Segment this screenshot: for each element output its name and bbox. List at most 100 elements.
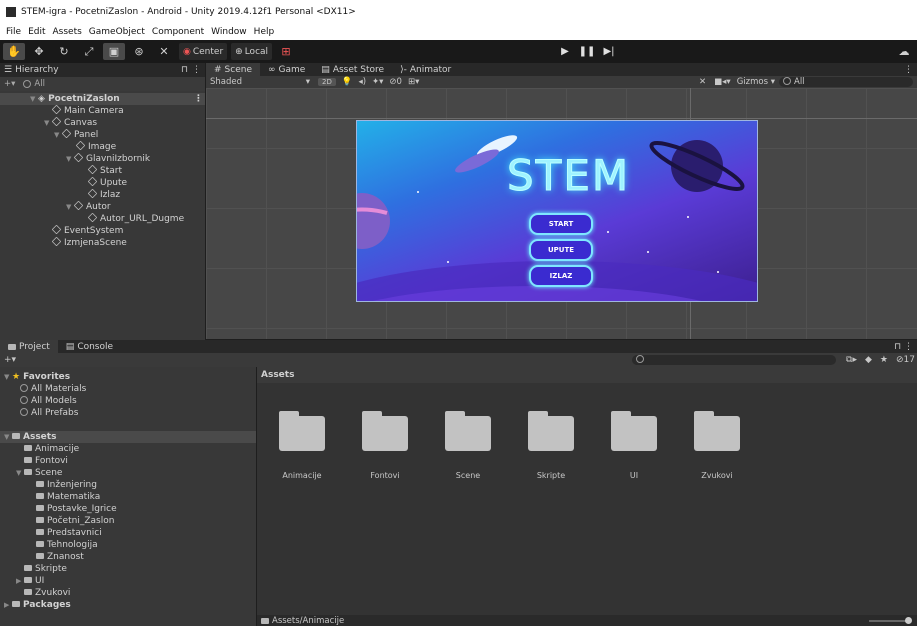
tab-project[interactable]: Project xyxy=(0,340,58,353)
asset-folder-ui[interactable] xyxy=(611,411,657,451)
audio-icon[interactable]: ◂) xyxy=(358,77,366,87)
scale-tool-button[interactable]: ⤢ xyxy=(78,43,100,60)
tree-item-skripte[interactable]: Skripte xyxy=(0,563,256,575)
grid-toggle-icon[interactable]: ⊞▾ xyxy=(408,77,419,87)
hierarchy-item-start[interactable]: Start xyxy=(0,164,205,177)
create-asset-button[interactable]: +▾ xyxy=(4,355,16,365)
hierarchy-item-pocetnizaslon[interactable]: ▼ ◈ PocetniZaslon ⋮ xyxy=(0,93,205,105)
tree-item-zvukovi[interactable]: Zvukovi xyxy=(0,587,256,599)
tab-animator[interactable]: ⟩- Animator xyxy=(392,65,459,75)
menu-edit[interactable]: Edit xyxy=(28,27,45,37)
toggle-2d-button[interactable]: 2D xyxy=(318,78,336,86)
favorite-star-icon[interactable]: ★ xyxy=(880,355,888,365)
tree-item-znanost[interactable]: Znanost xyxy=(0,551,256,563)
tree-item-matematika[interactable]: Matematika xyxy=(0,491,256,503)
hierarchy-item-panel[interactable]: ▼ Panel xyxy=(0,128,205,141)
gizmos-dropdown[interactable]: Gizmos ▾ xyxy=(737,77,775,87)
tab-game[interactable]: ∞ Game xyxy=(260,65,313,75)
add-icon[interactable]: +▾ xyxy=(4,79,15,89)
favorite-all-prefabs[interactable]: All Prefabs xyxy=(0,407,256,419)
shading-mode-dropdown[interactable]: Shaded ▾ xyxy=(206,77,310,87)
tab-console[interactable]: ▤ Console xyxy=(58,342,121,352)
pivot-toggle[interactable]: ◉ Center xyxy=(179,43,228,60)
scene-search-input[interactable]: All xyxy=(779,77,913,87)
scene-view[interactable]: STEM START UPUTE IZLAZ xyxy=(206,88,917,339)
collab-button[interactable]: ☁ xyxy=(893,43,915,60)
menu-gameobject[interactable]: GameObject xyxy=(89,27,145,37)
hand-icon: ✋ xyxy=(7,45,21,58)
filter-by-type-icon[interactable]: ⧉▸ xyxy=(846,355,857,365)
breadcrumb-assets[interactable]: Assets xyxy=(261,370,294,380)
effects-icon[interactable]: ✦▾ xyxy=(372,77,383,87)
hierarchy-item-upute[interactable]: Upute xyxy=(0,176,205,189)
tree-item-predstavnici[interactable]: Predstavnici xyxy=(0,527,256,539)
hierarchy-item-izlaz[interactable]: Izlaz xyxy=(0,188,205,201)
space-toggle[interactable]: ⊕ Local xyxy=(231,43,273,60)
game-izlaz-button[interactable]: IZLAZ xyxy=(529,265,593,287)
hierarchy-tab[interactable]: ☰ Hierarchy ⊓ ⋮ xyxy=(0,63,205,77)
tree-item-tehnologija[interactable]: Tehnologija xyxy=(0,539,256,551)
rect-tool-button[interactable]: ▣ xyxy=(103,43,125,60)
pause-button[interactable]: ❚❚ xyxy=(576,43,598,60)
menu-file[interactable]: File xyxy=(6,27,21,37)
filter-by-label-icon[interactable]: ◆ xyxy=(865,355,872,365)
hand-tool-button[interactable]: ✋ xyxy=(3,43,25,60)
tree-item-label: Postavke_Igrice xyxy=(47,504,117,514)
tree-item-assets[interactable]: ▼ Assets xyxy=(0,431,256,443)
tree-item-scene[interactable]: ▼ Scene xyxy=(0,467,256,479)
menu-window[interactable]: Window xyxy=(211,27,247,37)
hidden-packages-icon[interactable]: ⊘17 xyxy=(896,355,915,365)
tab-scene[interactable]: # Scene xyxy=(206,63,260,76)
favorite-all-materials[interactable]: All Materials xyxy=(0,383,256,395)
hierarchy-item-izmjenascene[interactable]: IzmjenaScene xyxy=(0,236,205,249)
asset-folder-animacije[interactable] xyxy=(279,411,325,451)
tree-item-fontovi[interactable]: Fontovi xyxy=(0,455,256,467)
favorites-header[interactable]: ▼ ★ Favorites xyxy=(0,371,256,383)
custom-tool-button[interactable]: ✕ xyxy=(153,43,175,60)
camera-icon[interactable]: ■◂▾ xyxy=(714,77,731,87)
rotate-tool-button[interactable]: ↻ xyxy=(53,43,75,60)
asset-folder-fontovi[interactable] xyxy=(362,411,408,451)
tree-item-postavke-igrice[interactable]: Postavke_Igrice xyxy=(0,503,256,515)
hierarchy-item-glavniizbornik[interactable]: ▼ GlavniIzbornik xyxy=(0,152,205,165)
more-options-icon[interactable]: ⋮ xyxy=(192,65,201,75)
game-canvas-preview[interactable]: STEM START UPUTE IZLAZ xyxy=(356,120,758,302)
hierarchy-item-main-camera[interactable]: Main Camera xyxy=(0,104,205,117)
move-tool-button[interactable]: ✥ xyxy=(28,43,50,60)
tools-icon[interactable]: ✕ xyxy=(699,77,706,87)
asset-folder-skripte[interactable] xyxy=(528,411,574,451)
game-upute-button[interactable]: UPUTE xyxy=(529,239,593,261)
favorite-all-models[interactable]: All Models xyxy=(0,395,256,407)
hierarchy-item-autor-url-dugme[interactable]: Autor_URL_Dugme xyxy=(0,212,205,225)
hierarchy-item-canvas[interactable]: ▼ Canvas xyxy=(0,116,205,129)
tree-item-ui[interactable]: ▶ UI xyxy=(0,575,256,587)
hierarchy-item-image[interactable]: Image xyxy=(0,140,205,153)
tree-item-animacije[interactable]: Animacije xyxy=(0,443,256,455)
lock-icon[interactable]: ⊓ ⋮ xyxy=(894,342,913,352)
project-search-input[interactable] xyxy=(632,355,837,365)
visibility-icon[interactable]: ⊘ xyxy=(389,77,396,87)
tree-item-packages[interactable]: ▶ Packages xyxy=(0,599,256,611)
hierarchy-item-eventsystem[interactable]: EventSystem xyxy=(0,224,205,237)
play-button[interactable]: ▶ xyxy=(554,43,576,60)
asset-folder-zvukovi[interactable] xyxy=(694,411,740,451)
tree-item-pocetni-zaslon[interactable]: Početni_Zaslon xyxy=(0,515,256,527)
hierarchy-search-input[interactable]: All xyxy=(34,79,45,89)
asset-folder-scene[interactable] xyxy=(445,411,491,451)
slider-handle[interactable] xyxy=(905,616,912,624)
tree-item-inzenjering[interactable]: Inženjering xyxy=(0,479,256,491)
step-button[interactable]: ▶| xyxy=(598,43,620,60)
menu-assets[interactable]: Assets xyxy=(53,27,82,37)
menu-component[interactable]: Component xyxy=(152,27,204,37)
hierarchy-item-autor[interactable]: ▼ Autor xyxy=(0,200,205,213)
lighting-icon[interactable]: 💡 xyxy=(342,77,353,87)
snap-button[interactable]: ⊞ xyxy=(275,43,297,60)
tab-asset-store[interactable]: ▤ Asset Store xyxy=(313,65,392,75)
lock-icon[interactable]: ⊓ xyxy=(181,65,188,75)
scene-menu-icon[interactable]: ⋮ xyxy=(194,93,203,105)
transform-tool-button[interactable]: ⊛ xyxy=(128,43,150,60)
game-start-button[interactable]: START xyxy=(529,213,593,235)
menu-help[interactable]: Help xyxy=(254,27,275,37)
icon-size-slider[interactable] xyxy=(869,616,912,624)
more-options-icon[interactable]: ⋮ xyxy=(904,65,913,75)
